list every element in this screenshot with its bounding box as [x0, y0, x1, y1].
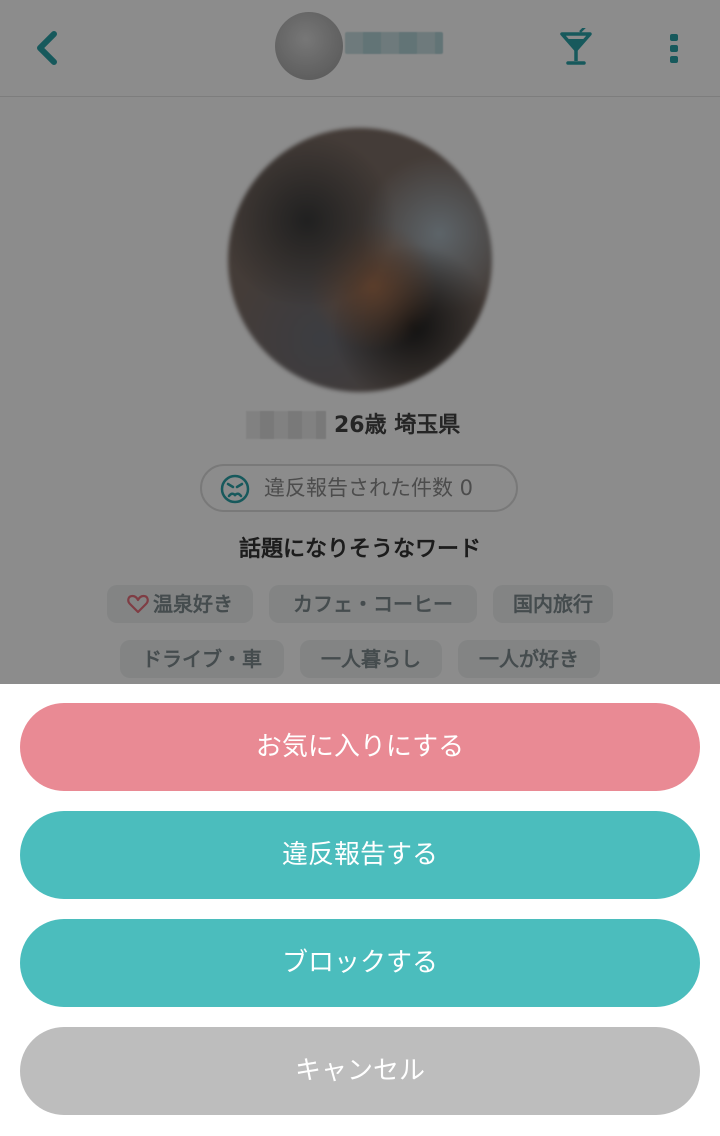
topics-title: 話題になりそうなワード [238, 537, 481, 562]
topic-tag[interactable]: 温泉好き [107, 585, 253, 623]
app-header [0, 0, 720, 97]
cocktail-icon [560, 25, 592, 65]
age-location-text: 26歳 埼玉県 [334, 413, 461, 438]
action-sheet: お気に入りにする 違反報告する ブロックする キャンセル [0, 684, 720, 1136]
angry-face-icon [220, 474, 250, 504]
report-violation-button[interactable]: 違反報告する [20, 811, 700, 899]
heart-icon [127, 594, 149, 613]
back-button[interactable] [28, 26, 68, 70]
profile-photo[interactable] [228, 128, 492, 392]
topic-tag-label: カフェ・コーヒー [293, 592, 453, 616]
more-options-button[interactable] [660, 28, 688, 68]
topic-tag-label: 温泉好き [153, 592, 233, 616]
topic-tag-label: ドライブ・車 [142, 647, 262, 671]
topic-tag[interactable]: 国内旅行 [493, 585, 613, 623]
topic-tag[interactable]: ドライブ・車 [120, 640, 284, 678]
vertical-dots-icon [670, 34, 678, 63]
topic-tag-label: 一人暮らし [321, 647, 421, 671]
violation-count-label: 違反報告された件数 0 [264, 476, 474, 500]
add-favorite-button[interactable]: お気に入りにする [20, 703, 700, 791]
topic-tag-label: 一人が好き [479, 647, 579, 671]
violation-count-badge: 違反報告された件数 0 [200, 464, 518, 512]
cocktail-button[interactable] [556, 25, 596, 68]
profile-name-redacted [246, 411, 326, 439]
block-user-button[interactable]: ブロックする [20, 919, 700, 1007]
chevron-left-icon [37, 31, 57, 65]
cancel-button[interactable]: キャンセル [20, 1027, 700, 1115]
header-username-redacted [345, 32, 443, 54]
topic-tag[interactable]: 一人が好き [458, 640, 600, 678]
topic-tag[interactable]: 一人暮らし [300, 640, 442, 678]
header-avatar[interactable] [275, 12, 343, 80]
topic-tag[interactable]: カフェ・コーヒー [269, 585, 477, 623]
topic-tag-label: 国内旅行 [513, 592, 593, 616]
